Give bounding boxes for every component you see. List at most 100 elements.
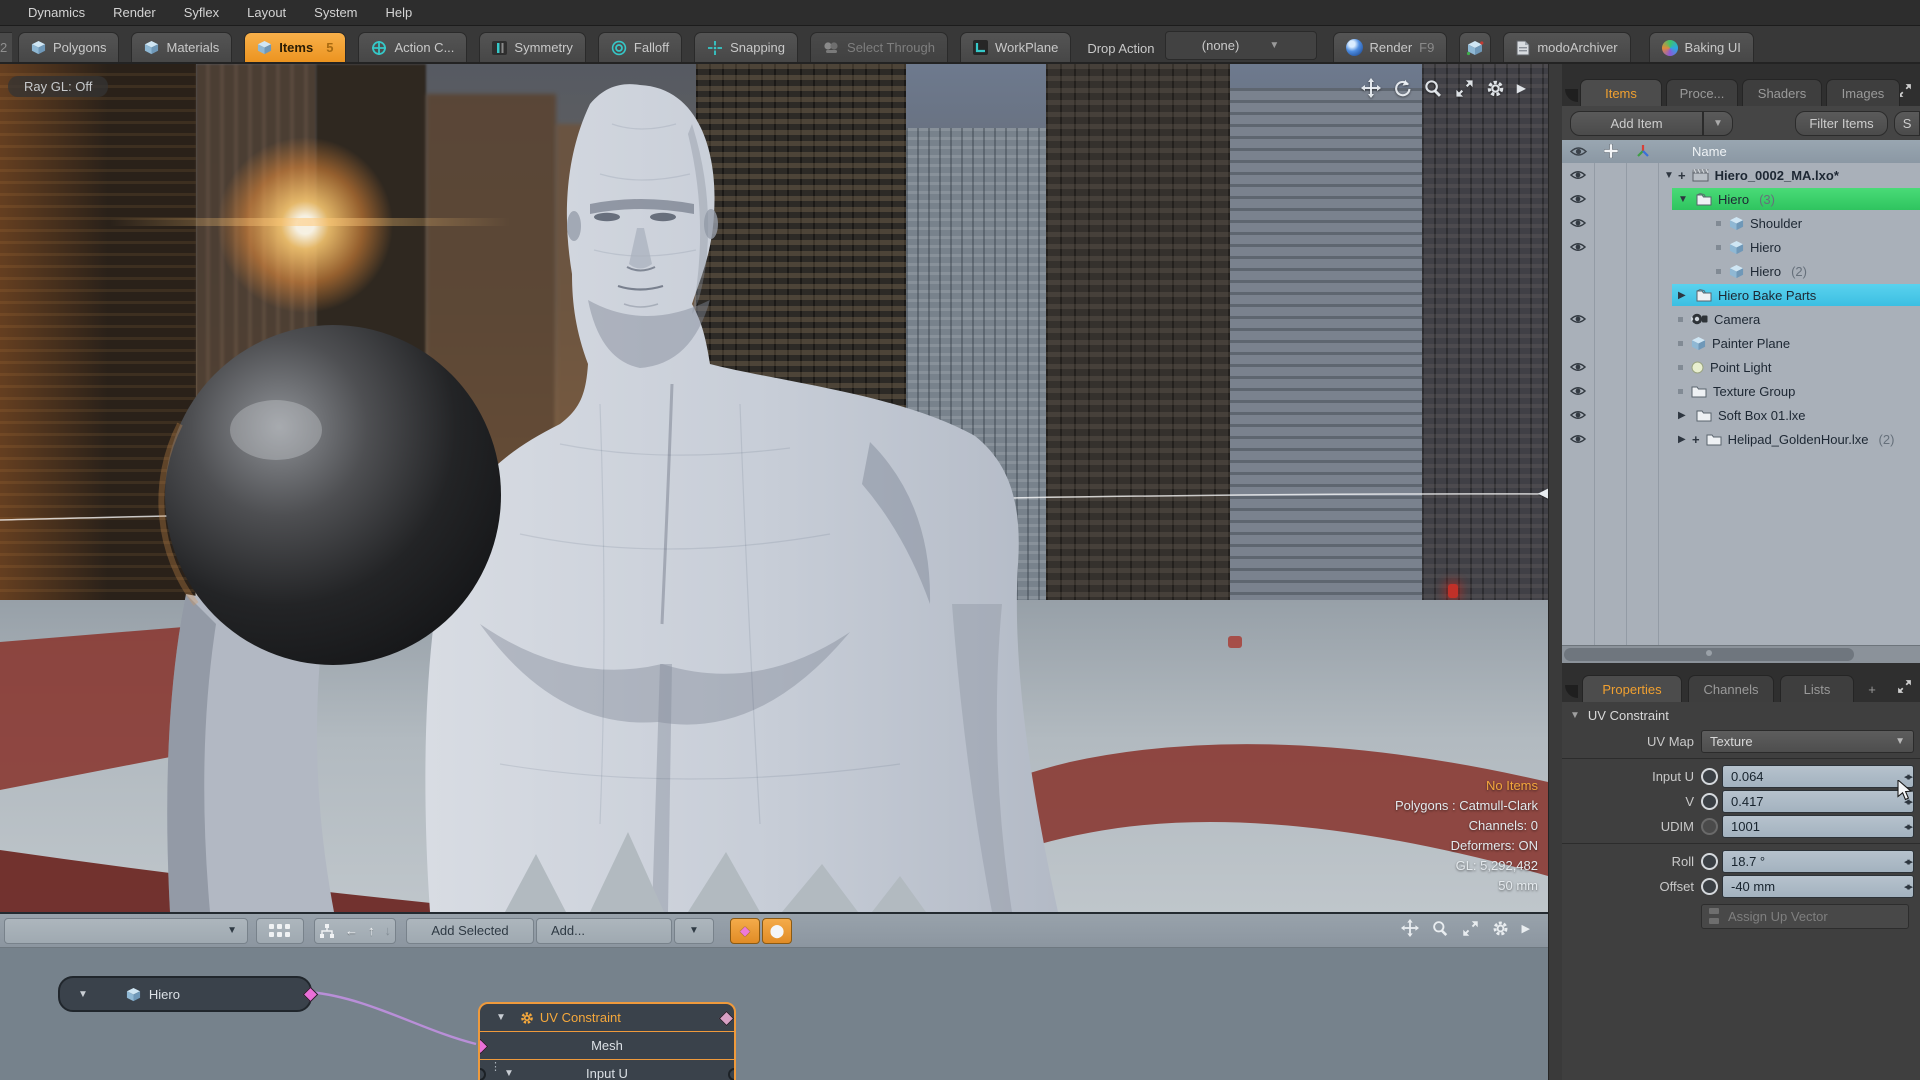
pan-move-icon[interactable] [1401, 919, 1419, 937]
tree-row-hiero-bake-parts[interactable]: ▶Hiero Bake Parts [1562, 283, 1920, 307]
toolbar-button-items[interactable]: Items5 [244, 32, 346, 62]
visibility-eye-icon[interactable] [1570, 314, 1586, 324]
tree-row-hiero[interactable]: ▼Hiero(3) [1562, 187, 1920, 211]
collapse-arrow-icon[interactable]: ▼ [1678, 194, 1690, 205]
channel-radio-roll[interactable] [1701, 853, 1718, 870]
schematic-node-hiero[interactable]: ▼ Hiero [58, 976, 312, 1012]
filter-items-button[interactable]: Filter Items [1795, 111, 1888, 136]
tree-row-shoulder[interactable]: Shoulder [1562, 211, 1920, 235]
toolbar-button-symmetry[interactable]: Symmetry [479, 32, 586, 62]
page-curl-icon[interactable] [1565, 685, 1578, 698]
node-collapse-arrow-icon[interactable]: ▼ [496, 1012, 506, 1023]
visibility-eye-icon[interactable] [1570, 386, 1586, 396]
down-arrow-icon[interactable]: ↓ [385, 923, 392, 938]
visibility-eye-icon[interactable] [1570, 218, 1586, 228]
tree-row-texture-group[interactable]: Texture Group [1562, 379, 1920, 403]
up-arrow-icon[interactable]: ↑ [368, 923, 375, 938]
tab-proce[interactable]: Proce... [1666, 79, 1738, 106]
lock-column-cross-icon[interactable] [1604, 144, 1618, 158]
item-list-hscrollbar[interactable] [1562, 645, 1920, 664]
node-collapse-arrow-icon[interactable]: ▼ [78, 989, 88, 1000]
uv-map-dropdown[interactable]: Texture ▼ [1701, 730, 1914, 753]
channel-radio-input-u[interactable] [1701, 768, 1718, 785]
add-selected-button[interactable]: Add Selected [406, 918, 534, 944]
zoom-icon[interactable] [1432, 920, 1449, 937]
schematic-node-uv-constraint[interactable]: ▼ UV Constraint Mesh ⋮ ▼ Input U [478, 1002, 736, 1080]
expand-arrow-icon[interactable]: ▶ [1678, 290, 1690, 301]
menu-item-system[interactable]: System [300, 5, 371, 20]
tab-+[interactable]: + [1860, 676, 1884, 702]
collapse-arrow-icon[interactable]: ▼ [1664, 170, 1676, 181]
output-port-circle[interactable] [728, 1068, 736, 1080]
link-mode-diamond-button[interactable]: ◆ [730, 918, 760, 944]
node-row-mesh[interactable]: Mesh [480, 1031, 734, 1059]
add-item-dropdown-arrow[interactable]: ▼ [1703, 111, 1733, 136]
tree-row-hiero[interactable]: Hiero [1562, 235, 1920, 259]
gear-icon[interactable] [1492, 920, 1509, 937]
visibility-eye-icon[interactable] [1570, 170, 1586, 180]
visibility-eye-icon[interactable] [1570, 434, 1586, 444]
tab-shaders[interactable]: Shaders [1742, 79, 1822, 106]
tree-row-hiero-0002-ma-lxo[interactable]: ▼+Hiero_0002_MA.lxo* [1562, 163, 1920, 187]
tree-row-point-light[interactable]: Point Light [1562, 355, 1920, 379]
assign-up-vector-button[interactable]: Assign Up Vector [1701, 904, 1909, 929]
grid-layout-button[interactable] [256, 918, 304, 944]
menu-item-help[interactable]: Help [372, 5, 427, 20]
tab-items[interactable]: Items [1580, 79, 1662, 106]
panel-menu-arrow-icon[interactable]: ▶ [1517, 81, 1526, 95]
add-button[interactable]: Add... [536, 918, 672, 944]
maximize-icon[interactable] [1897, 679, 1912, 697]
node-row-input-u[interactable]: ⋮ ▼ Input U [480, 1059, 734, 1080]
maximize-icon[interactable] [1462, 920, 1479, 937]
toolbar-button-polygons[interactable]: Polygons [18, 32, 119, 62]
toolbar-button-select-through[interactable]: Select Through [810, 32, 948, 62]
tab-lists[interactable]: Lists [1780, 675, 1854, 702]
maximize-icon[interactable] [1455, 79, 1474, 98]
back-arrow-icon[interactable]: ← [345, 923, 358, 938]
panel-menu-arrow-icon[interactable]: ▶ [1522, 922, 1530, 935]
tree-row-camera[interactable]: Camera [1562, 307, 1920, 331]
input-port-diamond[interactable] [478, 1039, 488, 1055]
section-header-uv-constraint[interactable]: ▼ UV Constraint [1562, 702, 1920, 728]
modo-archiver-button[interactable]: modoArchiver [1503, 32, 1630, 62]
expand-arrow-icon[interactable]: ▶ [1678, 410, 1690, 421]
add-dropdown-arrow[interactable]: ▼ [674, 918, 714, 944]
uv-constraint-node-header[interactable]: ▼ UV Constraint [480, 1004, 734, 1031]
tab-images[interactable]: Images [1826, 79, 1900, 106]
visibility-eye-icon[interactable] [1570, 194, 1586, 204]
row-collapse-arrow-icon[interactable]: ▼ [504, 1068, 514, 1079]
panel-collapse-arrow-icon[interactable]: ◀ [1538, 485, 1548, 501]
menu-item-syflex[interactable]: Syflex [170, 5, 233, 20]
preview-cube-button[interactable] [1459, 32, 1491, 62]
visibility-eye-icon[interactable] [1570, 410, 1586, 420]
expand-arrow-icon[interactable]: ▶ [1678, 434, 1690, 445]
header-port-diamond[interactable] [719, 1011, 735, 1027]
pan-move-icon[interactable] [1361, 78, 1381, 98]
gear-icon[interactable] [1486, 79, 1505, 98]
schematic-panel[interactable]: ▼ ← ↑ ↓ Add Selected Add... ▼ ◆ ⬤ ▶ [0, 912, 1548, 1080]
input-port-circle[interactable] [478, 1068, 486, 1080]
workspace-dropdown[interactable]: ▼ [4, 918, 248, 944]
plus-icon[interactable]: + [1678, 168, 1686, 183]
viewport-3d[interactable]: Ray GL: Off ▶ No ItemsPolygons : Catmull… [0, 64, 1548, 912]
drop-action-dropdown[interactable]: (none)▼ [1165, 31, 1317, 60]
axis-column-icon[interactable] [1636, 144, 1650, 158]
channel-radio-udim[interactable] [1701, 818, 1718, 835]
mini-slider-arrows-icon[interactable]: ◂▸ [1904, 880, 1911, 893]
channel-radio-offset[interactable] [1701, 878, 1718, 895]
channel-radio-v[interactable] [1701, 793, 1718, 810]
roll-field[interactable]: 18.7 ° ◂▸ [1722, 850, 1914, 873]
tree-row-painter-plane[interactable]: Painter Plane [1562, 331, 1920, 355]
output-port-diamond[interactable] [303, 987, 319, 1003]
toolbar-overflow-button[interactable]: 2 [0, 32, 12, 62]
offset-field[interactable]: -40 mm ◂▸ [1722, 875, 1914, 898]
toolbar-button-workplane[interactable]: WorkPlane [960, 32, 1071, 62]
toolbar-button-materials[interactable]: Materials [131, 32, 232, 62]
tree-row-hiero[interactable]: Hiero(2) [1562, 259, 1920, 283]
input-v-field[interactable]: 0.417 ◂▸ [1722, 790, 1914, 813]
visibility-column-eye-icon[interactable] [1570, 146, 1587, 157]
tab-properties[interactable]: Properties [1582, 675, 1682, 702]
zoom-icon[interactable] [1424, 79, 1443, 98]
menu-item-render[interactable]: Render [99, 5, 170, 20]
render-button[interactable]: Render F9 [1333, 32, 1448, 62]
